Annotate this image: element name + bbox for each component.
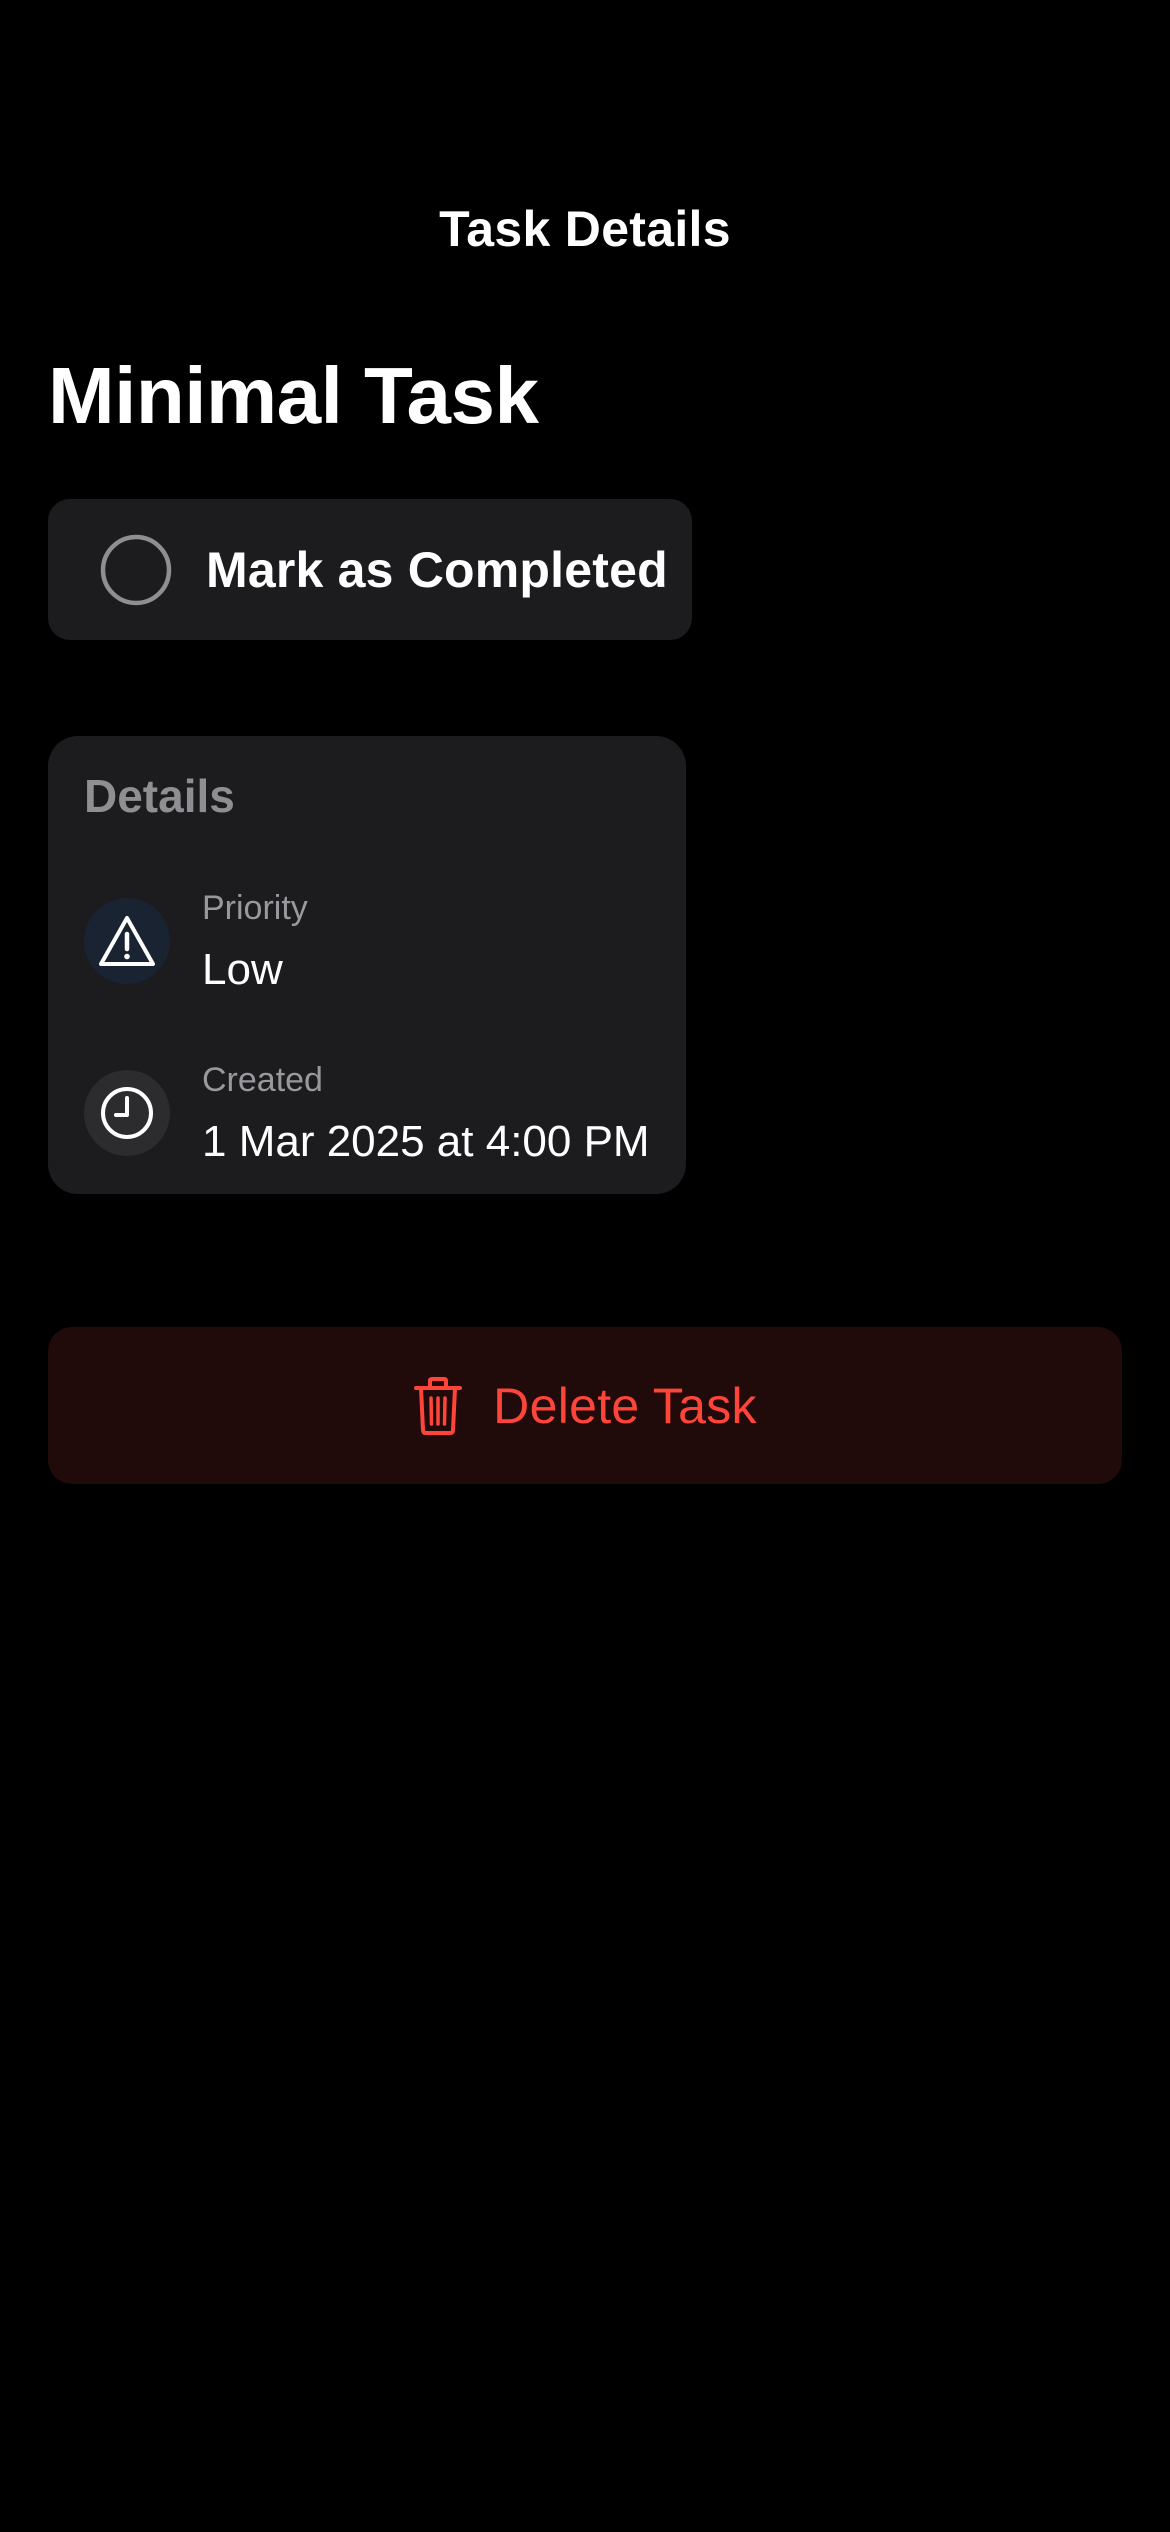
- detail-row-priority: Priority Low: [84, 886, 664, 1006]
- delete-task-button[interactable]: Delete Task: [48, 1327, 1122, 1484]
- page-title: Minimal Task: [48, 351, 539, 440]
- details-heading: Details: [84, 770, 235, 822]
- trash-icon: [414, 1376, 463, 1435]
- mark-completed-label: Mark as Completed: [206, 541, 668, 598]
- delete-task-label: Delete Task: [493, 1377, 757, 1434]
- clock-icon: [84, 1070, 170, 1156]
- created-value: 1 Mar 2025 at 4:00 PM: [202, 1117, 650, 1166]
- created-label: Created: [202, 1061, 323, 1099]
- warning-triangle-icon: [84, 898, 170, 984]
- circle-icon: [100, 534, 172, 605]
- details-card: Details Priority Low Created 1 Mar 2025 …: [48, 736, 686, 1194]
- mark-completed-button[interactable]: Mark as Completed: [48, 499, 692, 640]
- nav-title: Task Details: [439, 201, 731, 257]
- detail-row-created: Created 1 Mar 2025 at 4:00 PM: [84, 1058, 664, 1178]
- priority-label: Priority: [202, 889, 308, 927]
- priority-value: Low: [202, 945, 283, 994]
